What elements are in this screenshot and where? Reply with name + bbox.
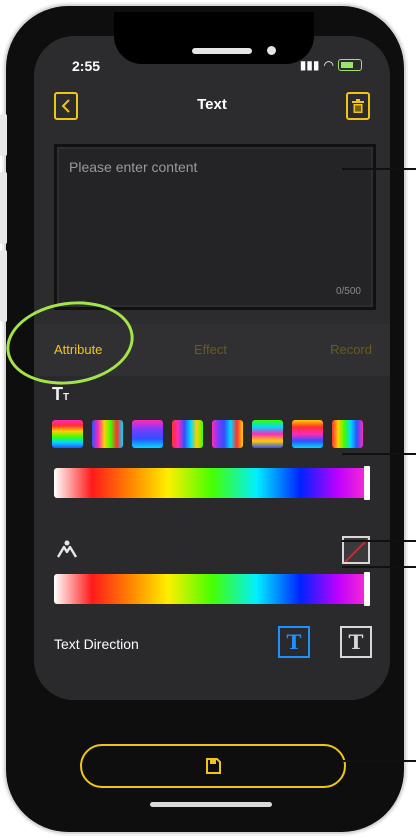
front-camera [267, 46, 276, 55]
gradient-swatches [52, 420, 363, 448]
notch [114, 12, 314, 64]
speaker [192, 48, 252, 54]
text-color-slider[interactable] [54, 466, 370, 500]
trash-icon [352, 99, 364, 113]
home-indicator [150, 802, 272, 807]
bottom-bar [34, 700, 390, 820]
annotation-line [342, 566, 416, 568]
volume-up-button [0, 172, 7, 244]
gradient-swatch[interactable] [172, 420, 203, 448]
mute-switch [0, 114, 7, 156]
font-color-icon: TT [52, 384, 70, 404]
annotation-line [342, 760, 416, 762]
status-icons: ▮▮▮ ◠ [300, 58, 362, 72]
gradient-swatch[interactable] [292, 420, 323, 448]
status-time: 2:55 [72, 58, 101, 74]
annotation-line [342, 453, 416, 455]
vertical-text-icon[interactable]: T [340, 626, 372, 658]
wifi-icon: ◠ [323, 58, 334, 72]
slider-handle[interactable] [364, 466, 370, 500]
slider-handle[interactable] [364, 572, 370, 606]
save-button[interactable] [80, 744, 346, 788]
page-title: Text [197, 96, 227, 113]
outline-color-slider[interactable] [54, 572, 370, 606]
text-direction-label: Text Direction [54, 636, 139, 652]
annotation-line [342, 168, 416, 170]
outline-person-icon [56, 540, 78, 558]
gradient-swatch[interactable] [212, 420, 243, 448]
gradient-swatch[interactable] [252, 420, 283, 448]
annotation-line [342, 540, 416, 542]
signal-icon: ▮▮▮ [299, 58, 320, 72]
gradient-swatch[interactable] [332, 420, 363, 448]
gradient-swatch[interactable] [132, 420, 163, 448]
content-placeholder: Please enter content [69, 159, 198, 175]
nav-bar: Text [34, 88, 390, 128]
tab-effect[interactable]: Effect [194, 342, 227, 357]
battery-icon [338, 59, 362, 71]
save-icon [206, 758, 221, 774]
volume-down-button [0, 250, 7, 322]
delete-button[interactable] [346, 92, 370, 120]
char-counter: 0/500 [335, 286, 361, 297]
horizontal-text-icon[interactable]: T [278, 626, 310, 658]
content-textarea[interactable]: Please enter content 0/500 [54, 144, 376, 310]
tab-record[interactable]: Record [330, 342, 372, 357]
gradient-swatch[interactable] [52, 420, 83, 448]
gradient-swatch[interactable] [92, 420, 123, 448]
